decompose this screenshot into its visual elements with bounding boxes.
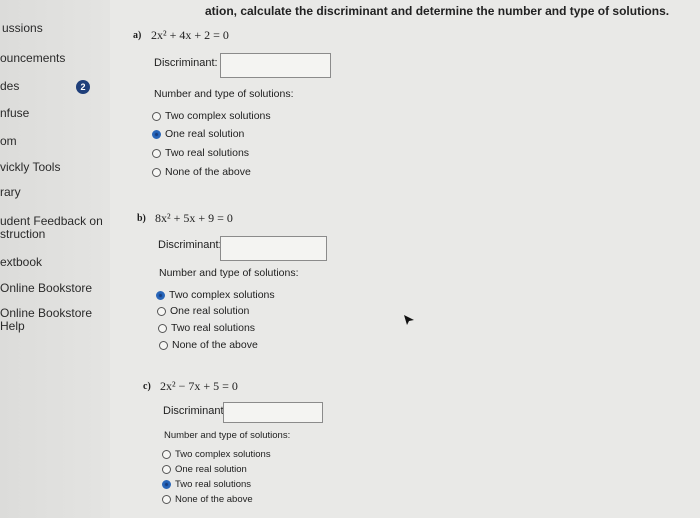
part-b-option-one-real[interactable]: One real solution bbox=[157, 305, 249, 317]
part-b-option-none[interactable]: None of the above bbox=[159, 339, 258, 351]
part-a-option-two-real[interactable]: Two real solutions bbox=[152, 147, 249, 159]
question-instructions: ation, calculate the discriminant and de… bbox=[205, 4, 670, 18]
sidebar-item-library[interactable]: rary bbox=[0, 186, 21, 199]
sidebar-item-announcements[interactable]: ouncements bbox=[0, 52, 65, 65]
part-c-discriminant-label: Discriminant: bbox=[163, 405, 227, 417]
sidebar-item-student-feedback[interactable]: udent Feedback on struction bbox=[0, 215, 103, 241]
radio-icon[interactable] bbox=[152, 148, 161, 158]
part-a-solution-type-label: Number and type of solutions: bbox=[154, 88, 294, 100]
part-c-option-none[interactable]: None of the above bbox=[162, 494, 253, 505]
part-b-label: b) bbox=[137, 213, 146, 224]
part-c-discriminant-input[interactable] bbox=[223, 402, 323, 423]
course-sidebar: ussions ouncements des 2 nfuse om vickly… bbox=[0, 0, 110, 518]
radio-icon[interactable] bbox=[159, 340, 168, 350]
mouse-pointer-icon bbox=[403, 313, 415, 331]
radio-selected-icon[interactable] bbox=[156, 290, 165, 300]
radio-icon[interactable] bbox=[152, 167, 161, 177]
radio-icon[interactable] bbox=[157, 306, 166, 316]
sidebar-item-zoom[interactable]: om bbox=[0, 135, 17, 148]
question-content: ation, calculate the discriminant and de… bbox=[110, 0, 700, 518]
part-c-solution-type-label: Number and type of solutions: bbox=[164, 430, 291, 441]
sidebar-item-grades[interactable]: des bbox=[0, 80, 19, 93]
part-b-solution-type-label: Number and type of solutions: bbox=[159, 267, 299, 279]
part-c-option-one-real[interactable]: One real solution bbox=[162, 464, 247, 475]
part-c-label: c) bbox=[143, 381, 151, 392]
part-c-option-two-complex[interactable]: Two complex solutions bbox=[162, 449, 271, 460]
part-c-option-two-real[interactable]: Two real solutions bbox=[162, 479, 251, 490]
sidebar-item-quickly-tools[interactable]: vickly Tools bbox=[0, 161, 60, 174]
radio-icon[interactable] bbox=[162, 465, 171, 474]
part-a-equation: 2x² + 4x + 2 = 0 bbox=[151, 28, 229, 42]
sidebar-item-discussions[interactable]: ussions bbox=[2, 22, 43, 35]
part-a-option-none[interactable]: None of the above bbox=[152, 166, 251, 178]
part-b-equation: 8x² + 5x + 9 = 0 bbox=[155, 211, 233, 225]
part-b-option-two-real[interactable]: Two real solutions bbox=[158, 322, 255, 334]
radio-icon[interactable] bbox=[152, 111, 161, 121]
part-b-discriminant-label: Discriminant: bbox=[158, 239, 222, 251]
sidebar-item-textbook[interactable]: extbook bbox=[0, 256, 42, 269]
radio-icon[interactable] bbox=[158, 323, 167, 333]
radio-icon[interactable] bbox=[162, 450, 171, 459]
part-a-label: a) bbox=[133, 30, 142, 41]
sidebar-item-online-bookstore[interactable]: Online Bookstore bbox=[0, 282, 92, 295]
radio-selected-icon[interactable] bbox=[152, 129, 161, 139]
part-a-option-two-complex[interactable]: Two complex solutions bbox=[152, 110, 271, 122]
radio-icon[interactable] bbox=[162, 495, 171, 504]
part-b-option-two-complex[interactable]: Two complex solutions bbox=[156, 289, 275, 301]
sidebar-item-infuse[interactable]: nfuse bbox=[0, 107, 29, 120]
part-c-equation: 2x² − 7x + 5 = 0 bbox=[160, 379, 238, 393]
part-a-discriminant-label: Discriminant: bbox=[154, 57, 218, 69]
grades-count-badge: 2 bbox=[76, 80, 90, 94]
part-a-discriminant-input[interactable] bbox=[220, 53, 331, 78]
sidebar-item-online-bookstore-help[interactable]: Online Bookstore Help bbox=[0, 307, 92, 333]
radio-selected-icon[interactable] bbox=[162, 480, 171, 489]
part-a-option-one-real[interactable]: One real solution bbox=[152, 128, 244, 140]
part-b-discriminant-input[interactable] bbox=[220, 236, 327, 261]
